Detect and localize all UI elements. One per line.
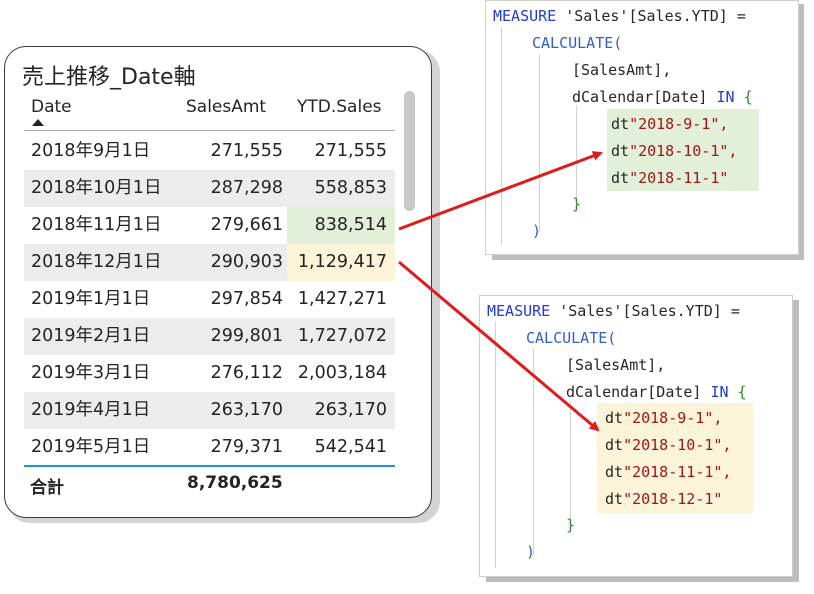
table-row[interactable]: 2019年5月1日 279,371 542,541 bbox=[24, 429, 395, 466]
code-line-in: dCalendar[Date] IN { bbox=[566, 383, 747, 401]
salesamt-cell: 290,903 bbox=[210, 252, 283, 272]
code-line-salesamt: [SalesAmt], bbox=[566, 356, 666, 374]
code-line-close-paren: ) bbox=[526, 543, 536, 561]
salesamt-cell: 263,170 bbox=[210, 400, 283, 420]
salesamt-cell: 276,112 bbox=[210, 363, 283, 383]
salesamt-cell: 271,555 bbox=[210, 141, 283, 161]
table-row[interactable]: 2018年9月1日 271,555 271,555 bbox=[24, 133, 395, 170]
vertical-scrollbar[interactable] bbox=[404, 91, 415, 211]
code-line-date: dt"2018-11-1" bbox=[611, 169, 729, 187]
measure-name: 'Sales'[Sales.YTD] = bbox=[550, 302, 740, 320]
table-row[interactable]: 2018年11月1日 279,661 838,514 bbox=[24, 207, 395, 244]
code-line-salesamt: [SalesAmt], bbox=[572, 61, 672, 79]
code-box-1: MEASURE 'Sales'[Sales.YTD] = CALCULATE( … bbox=[485, 0, 799, 255]
column-header-ytd-sales[interactable]: YTD.Sales bbox=[297, 97, 382, 117]
table-row[interactable]: 2019年4月1日 263,170 263,170 bbox=[24, 392, 395, 429]
ytd-cell: 542,541 bbox=[314, 437, 387, 457]
ytd-cell: 263,170 bbox=[314, 400, 387, 420]
date-cell: 2018年11月1日 bbox=[31, 215, 162, 235]
code-line-date: dt"2018-11-1", bbox=[605, 463, 732, 481]
column-header-date[interactable]: Date bbox=[31, 97, 72, 117]
salesamt-cell: 299,801 bbox=[210, 326, 283, 346]
table-row[interactable]: 2019年3月1日 276,112 2,003,184 bbox=[24, 355, 395, 392]
code-box-2: MEASURE 'Sales'[Sales.YTD] = CALCULATE( … bbox=[479, 295, 793, 577]
column-header-salesamt[interactable]: SalesAmt bbox=[186, 97, 266, 117]
date-cell: 2019年3月1日 bbox=[31, 363, 151, 383]
keyword-measure: MEASURE bbox=[493, 7, 557, 25]
table-row[interactable]: 2018年10月1日 287,298 558,853 bbox=[24, 170, 395, 207]
indent-guide bbox=[570, 401, 571, 529]
total-value: 8,780,625 bbox=[187, 473, 283, 493]
code-line-calculate: CALCULATE( bbox=[532, 34, 623, 52]
code-line-close-brace: } bbox=[566, 516, 576, 534]
indent-guide bbox=[533, 349, 534, 555]
code-line-in: dCalendar[Date] IN { bbox=[572, 88, 753, 106]
ytd-cell: 1,427,271 bbox=[297, 289, 387, 309]
ytd-cell: 2,003,184 bbox=[297, 363, 387, 383]
date-cell: 2019年4月1日 bbox=[31, 400, 151, 420]
date-cell: 2019年1月1日 bbox=[31, 289, 151, 309]
code-line-close-paren: ) bbox=[532, 222, 542, 240]
code-line-date: dt"2018-10-1", bbox=[605, 436, 732, 454]
salesamt-cell: 279,661 bbox=[210, 215, 283, 235]
date-cell: 2019年2月1日 bbox=[31, 326, 151, 346]
salesamt-cell: 297,854 bbox=[210, 289, 283, 309]
date-cell: 2018年12月1日 bbox=[31, 252, 162, 272]
code-line-measure: MEASURE 'Sales'[Sales.YTD] = bbox=[493, 7, 746, 25]
date-cell: 2019年5月1日 bbox=[31, 437, 151, 457]
code-line-close-brace: } bbox=[572, 195, 582, 213]
total-label: 合計 bbox=[30, 478, 64, 498]
code-line-date: dt"2018-12-1" bbox=[605, 490, 723, 508]
code-line-measure: MEASURE 'Sales'[Sales.YTD] = bbox=[487, 302, 740, 320]
ytd-cell: 1,727,072 bbox=[297, 326, 387, 346]
header-divider bbox=[24, 130, 395, 131]
indent-guide bbox=[539, 54, 540, 232]
date-cell: 2018年10月1日 bbox=[31, 178, 162, 198]
code-line-date: dt"2018-10-1", bbox=[611, 142, 738, 160]
table-visual[interactable]: 売上推移_Date軸 Date SalesAmt YTD.Sales 2018年… bbox=[4, 46, 432, 518]
ytd-cell-highlighted: 838,514 bbox=[287, 207, 395, 244]
indent-guide bbox=[495, 322, 496, 568]
salesamt-cell: 287,298 bbox=[210, 178, 283, 198]
code-line-date: dt"2018-9-1", bbox=[605, 409, 723, 427]
keyword-measure: MEASURE bbox=[487, 302, 551, 320]
salesamt-cell: 279,371 bbox=[210, 437, 283, 457]
sort-ascending-icon[interactable] bbox=[32, 119, 44, 126]
table-row[interactable]: 2018年12月1日 290,903 1,129,417 bbox=[24, 244, 395, 281]
visual-title: 売上推移_Date軸 bbox=[22, 65, 196, 90]
ytd-cell: 558,853 bbox=[314, 178, 387, 198]
indent-guide bbox=[576, 106, 577, 206]
table-row[interactable]: 2019年2月1日 299,801 1,727,072 bbox=[24, 318, 395, 355]
indent-guide bbox=[501, 27, 502, 245]
table-row[interactable]: 2019年1月1日 297,854 1,427,271 bbox=[24, 281, 395, 318]
ytd-cell: 271,555 bbox=[314, 141, 387, 161]
date-cell: 2018年9月1日 bbox=[31, 141, 151, 161]
total-divider bbox=[24, 465, 395, 467]
code-line-calculate: CALCULATE( bbox=[526, 329, 617, 347]
measure-name: 'Sales'[Sales.YTD] = bbox=[556, 7, 746, 25]
code-line-date: dt"2018-9-1", bbox=[611, 115, 729, 133]
ytd-cell-highlighted: 1,129,417 bbox=[287, 244, 395, 281]
